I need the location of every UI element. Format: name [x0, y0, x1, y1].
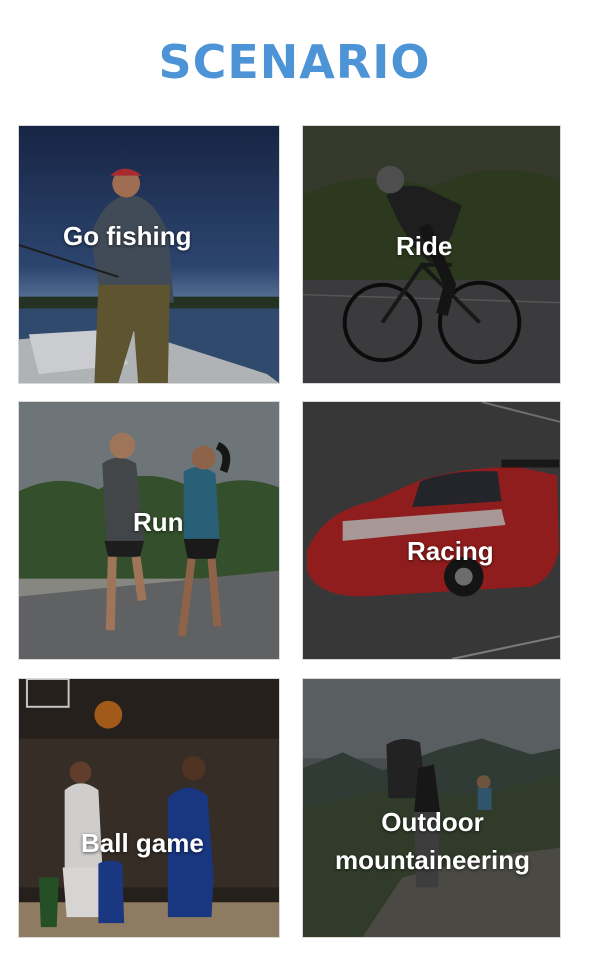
scenario-card-run[interactable]: Run — [18, 401, 280, 660]
scenario-label-ball-game: Ball game — [81, 828, 204, 858]
race-car-scene-image — [303, 402, 560, 659]
scenario-label-mountaineering: Outdoor mountaineering — [334, 807, 530, 875]
scenario-card-ball-game[interactable]: Ball game — [18, 678, 280, 938]
scenario-label-ride: Ride — [396, 231, 453, 261]
scenario-label-run: Run — [133, 507, 184, 537]
basketball-scene-image — [19, 679, 279, 937]
scenario-label-racing: Racing — [407, 536, 494, 566]
scenario-card-ride[interactable]: Ride — [302, 125, 561, 384]
scenario-card-racing[interactable]: Racing — [302, 401, 561, 660]
page-title: SCENARIO — [158, 35, 431, 89]
scenario-label-fishing: Go fishing — [63, 221, 192, 251]
scenario-card-mountaineering[interactable]: Outdoor mountaineering — [302, 678, 561, 938]
scenario-card-fishing[interactable]: Go fishing — [18, 125, 280, 384]
